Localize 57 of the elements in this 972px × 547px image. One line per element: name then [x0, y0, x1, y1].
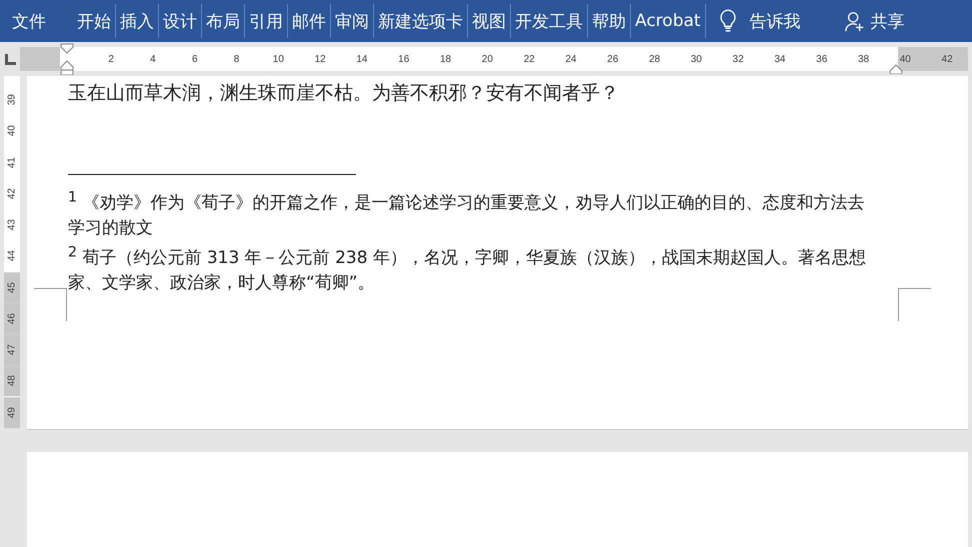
ruler-number: 2 — [107, 54, 115, 64]
ruler-number: 39 — [6, 93, 18, 108]
ribbon-tab[interactable]: 视图 — [469, 2, 509, 40]
ruler-number: 18 — [438, 54, 452, 64]
body-text: 玉在山而草木润，渊生珠而崖不枯。为善不积邪？安有不闻者乎？ — [68, 81, 620, 106]
ruler-number: 12 — [314, 54, 327, 64]
ruler-number: 16 — [397, 54, 410, 64]
ruler-number: 32 — [732, 54, 745, 64]
share-user-icon[interactable] — [844, 10, 866, 32]
lightbulb-icon[interactable] — [718, 8, 737, 34]
ruler-number: 40 — [898, 54, 912, 64]
ribbon-tab[interactable]: Acrobat — [632, 2, 704, 40]
ruler-number: 49 — [4, 396, 20, 428]
ruler-number: 42 — [940, 54, 954, 64]
ribbon-tab[interactable]: 新建选项卡 — [375, 2, 466, 40]
ribbon-tab[interactable]: 开始 — [74, 2, 114, 40]
ruler-number: 47 — [4, 334, 20, 366]
ruler-number: 14 — [355, 54, 368, 64]
ruler-number: 44 — [6, 249, 18, 264]
tell-me-button[interactable]: 告诉我 — [746, 2, 804, 40]
crop-mark — [34, 288, 67, 321]
crop-mark — [898, 288, 931, 321]
ribbon-tab[interactable]: 审阅 — [332, 2, 372, 40]
ruler-number: 30 — [690, 54, 703, 64]
ribbon-tab[interactable]: 开发工具 — [512, 2, 586, 40]
ruler-number: 22 — [522, 54, 536, 64]
ruler-number: 4 — [149, 54, 157, 64]
ruler-number: 6 — [190, 54, 199, 64]
ribbon-tab[interactable]: 设计 — [160, 2, 200, 40]
ruler-number: 26 — [606, 54, 620, 64]
ruler-number: 46 — [4, 302, 20, 334]
indent-marker[interactable] — [60, 43, 74, 75]
ruler-number: 36 — [815, 54, 828, 64]
ruler-number: 45 — [4, 272, 20, 303]
right-indent-marker[interactable] — [889, 64, 903, 74]
ribbon-tab[interactable]: 引用 — [246, 2, 286, 40]
ribbon-tab[interactable]: 插入 — [117, 2, 157, 40]
ruler-number: 43 — [6, 218, 18, 232]
vertical-ruler[interactable]: 39 40 41 42 43 44 45 46 47 48 49 — [4, 76, 20, 428]
footnote-text: $^{2}$ 荀子（约公元前 313 年－公元前 238 年），名况，字卿，华夏族（汉族），战国末期赵国人。著名思想家、文学家、政治家，时人尊称“荀卿”。 — [68, 244, 867, 296]
ribbon-tab[interactable]: 邮件 — [289, 2, 329, 40]
ruler-number: 20 — [480, 54, 494, 64]
ruler-number: 40 — [6, 124, 18, 138]
file-tab[interactable]: 文件 — [4, 2, 54, 40]
ruler-number: 34 — [773, 54, 786, 64]
ruler-number: 8 — [232, 54, 240, 64]
ruler-number: 42 — [6, 186, 18, 201]
ruler-number: 38 — [856, 54, 870, 64]
ribbon-tab[interactable]: 布局 — [203, 2, 243, 40]
ruler-number: 48 — [4, 365, 20, 397]
ruler-number: 28 — [648, 54, 662, 64]
ruler-number: 10 — [272, 54, 285, 64]
share-button[interactable]: 共享 — [868, 2, 908, 40]
ribbon-tab[interactable]: 帮助 — [589, 2, 629, 40]
ruler-number: 24 — [564, 54, 578, 64]
ruler-number: 41 — [6, 156, 18, 170]
footnote-text: $^{1}$ 《劝学》作为《荀子》的开篇之作，是一篇论述学习的重要意义，劝导人们以正确的目的、态度和方法去学习的散文 — [68, 188, 866, 240]
